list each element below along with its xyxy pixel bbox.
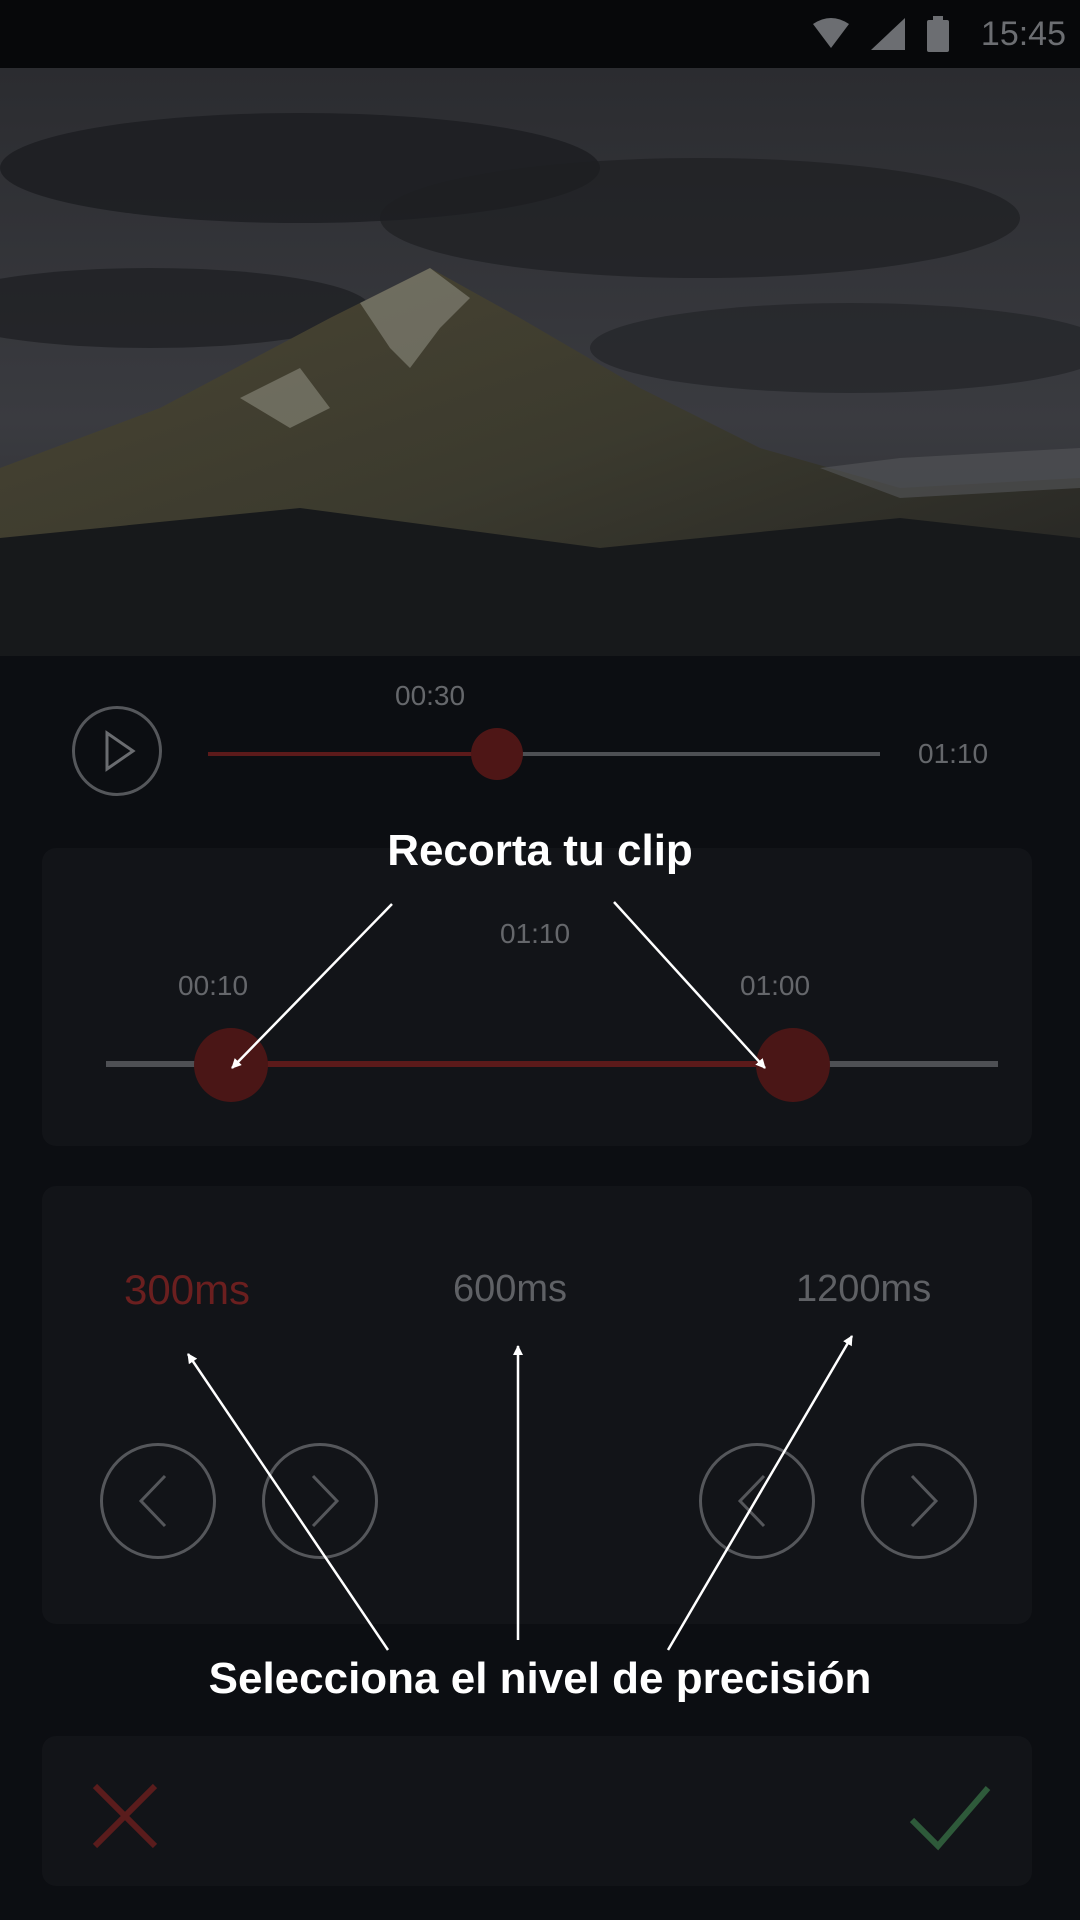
status-icons: 15:45 (812, 14, 1066, 54)
precision-panel (42, 1186, 1032, 1624)
signal-icon (870, 18, 905, 50)
cancel-button[interactable] (75, 1766, 175, 1866)
step-back-button-left[interactable] (100, 1443, 216, 1559)
play-icon (105, 730, 136, 772)
chevron-right-icon (910, 1474, 939, 1528)
trim-annotation-caption: Recorta tu clip (387, 826, 693, 875)
trim-end-handle[interactable] (755, 1028, 830, 1102)
action-bar (42, 1736, 1032, 1886)
precision-option-300ms[interactable]: 300ms (124, 1266, 250, 1314)
confirm-button[interactable] (900, 1766, 1000, 1866)
precision-annotation-caption: Selecciona el nivel de precisión (208, 1654, 872, 1703)
play-button[interactable] (72, 706, 162, 796)
close-icon (92, 1783, 158, 1849)
precision-option-600ms[interactable]: 600ms (453, 1268, 567, 1311)
playback-scrubber[interactable] (470, 728, 523, 780)
video-preview (0, 68, 1080, 656)
check-icon (909, 1786, 991, 1851)
step-back-button-right[interactable] (699, 1443, 815, 1559)
precision-option-1200ms[interactable]: 1200ms (796, 1268, 931, 1311)
step-forward-button-left[interactable] (262, 1443, 378, 1559)
playback-progress (208, 752, 497, 756)
playback-total-time: 01:10 (918, 738, 989, 769)
playback-current-time: 00:30 (395, 680, 466, 711)
trim-start-handle[interactable] (193, 1028, 268, 1102)
chevron-left-icon (138, 1474, 167, 1528)
wifi-icon (812, 18, 849, 48)
status-time: 15:45 (980, 14, 1066, 53)
chevron-right-icon (311, 1474, 340, 1528)
step-forward-button-right[interactable] (861, 1443, 977, 1559)
trim-duration: 01:10 (500, 918, 571, 949)
trim-start-time: 00:10 (178, 970, 249, 1001)
trim-end-time: 01:00 (740, 970, 811, 1001)
trim-selected-range (230, 1061, 793, 1067)
battery-icon (926, 16, 949, 52)
chevron-left-icon (737, 1474, 766, 1528)
status-bar: 15:45 (0, 0, 1080, 68)
